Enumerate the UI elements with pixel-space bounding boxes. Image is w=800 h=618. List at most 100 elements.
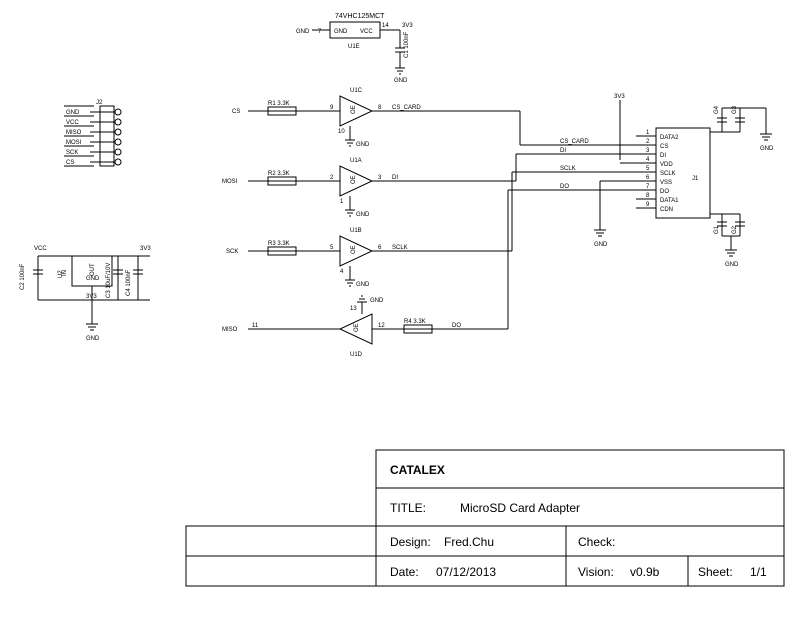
svg-text:U1C: U1C (350, 88, 363, 94)
svg-text:R3 3.3K: R3 3.3K (268, 241, 290, 247)
svg-text:DI: DI (660, 153, 666, 159)
svg-text:SCLK: SCLK (660, 171, 676, 177)
svg-text:8: 8 (646, 193, 650, 199)
svg-text:C4 100nF: C4 100nF (126, 269, 132, 296)
svg-text:9: 9 (330, 105, 334, 111)
svg-text:R1 3.3K: R1 3.3K (268, 101, 290, 107)
svg-text:4: 4 (340, 269, 344, 275)
buffer-u1a: U1A OE MOSI R2 3.3K 2 3 DI 1 GND (222, 158, 410, 218)
svg-text:10: 10 (338, 129, 345, 135)
svg-text:GND: GND (594, 242, 608, 248)
ic-power-block: 74VHC125MCT GND 7 GND VCC 14 3V3 U1E C1 … (296, 13, 413, 84)
svg-text:Date:: Date: (390, 565, 419, 579)
svg-text:GND: GND (725, 262, 739, 268)
routing-wires (410, 111, 540, 329)
svg-text:5: 5 (646, 166, 650, 172)
svg-text:OE: OE (351, 105, 357, 114)
svg-text:C3 10uF/10V: C3 10uF/10V (106, 263, 112, 298)
svg-text:GND: GND (356, 142, 370, 148)
svg-text:GND: GND (86, 276, 100, 282)
svg-text:4: 4 (646, 157, 650, 163)
svg-text:OE: OE (351, 245, 357, 254)
svg-text:MISO: MISO (222, 327, 238, 333)
j2-pins (90, 109, 121, 165)
svg-text:MOSI: MOSI (66, 140, 82, 146)
svg-text:CS: CS (660, 144, 668, 150)
svg-text:GND: GND (356, 282, 370, 288)
svg-text:Check:: Check: (578, 535, 615, 549)
svg-text:J2: J2 (96, 100, 103, 106)
buffer-u1b: U1B OE SCK R3 3.3K 5 6 SCLK 4 GND (226, 228, 410, 288)
gnd-label: GND (296, 29, 310, 35)
svg-text:DATA2: DATA2 (660, 135, 679, 141)
svg-text:OUT: OUT (90, 263, 96, 276)
svg-text:CS: CS (66, 160, 74, 166)
svg-text:MISO: MISO (66, 130, 82, 136)
svg-text:6: 6 (646, 175, 650, 181)
svg-text:GND: GND (66, 110, 80, 116)
buffer-u1c: U1C OE CS R1 3.3K 9 8 CS_CARD 10 GND (232, 88, 421, 148)
svg-text:U1D: U1D (350, 352, 363, 358)
svg-text:GND: GND (334, 29, 348, 35)
svg-text:SCLK: SCLK (392, 245, 408, 251)
svg-text:G1: G1 (714, 225, 720, 234)
svg-text:MicroSD Card Adapter: MicroSD Card Adapter (460, 501, 580, 515)
svg-text:GND: GND (356, 212, 370, 218)
brand-label: CATALEX (390, 463, 445, 477)
svg-text:C2 100nF: C2 100nF (20, 263, 26, 290)
svg-text:7: 7 (646, 184, 650, 190)
svg-text:G3: G3 (732, 105, 738, 114)
svg-text:TITLE:: TITLE: (390, 501, 426, 515)
svg-text:DO: DO (560, 184, 569, 190)
svg-text:U1B: U1B (350, 228, 362, 234)
svg-text:3: 3 (646, 148, 650, 154)
title-block: CATALEX TITLE: MicroSD Card Adapter Desi… (186, 450, 784, 586)
svg-text:DI: DI (560, 148, 566, 154)
svg-text:6: 6 (378, 245, 382, 251)
svg-text:CS: CS (232, 109, 240, 115)
v33-label: 3V3 (402, 23, 413, 29)
svg-text:1: 1 (340, 199, 344, 205)
svg-text:Vision:: Vision: (578, 565, 614, 579)
svg-text:8: 8 (378, 105, 382, 111)
c1-label: C1 100nF (404, 31, 410, 58)
svg-text:R2 3.3K: R2 3.3K (268, 171, 290, 177)
svg-text:GND: GND (760, 146, 774, 152)
svg-text:SCK: SCK (66, 150, 78, 156)
sd-socket-j1: J1 3V3 1DATA2 2CS 3DI 4VDD 5SCLK 6VSS 7D… (540, 94, 774, 268)
buffer-u1d: U1D OE MISO 11 R4 3.3K 12 DO 13 GND (222, 296, 480, 358)
svg-text:VCC: VCC (34, 246, 47, 252)
svg-text:13: 13 (350, 306, 357, 312)
svg-text:R4 3.3K: R4 3.3K (404, 319, 426, 325)
svg-text:U2: U2 (58, 270, 64, 278)
svg-text:2: 2 (646, 139, 650, 145)
regulator-block: VCC 3V3 IN OUT GND U2 3V3 C2 100nF C3 10… (20, 246, 151, 342)
u1e-ref: U1E (348, 44, 360, 50)
svg-text:CDN: CDN (660, 207, 673, 213)
header-j2: J2 GND VCC MISO MOSI SCK CS (64, 100, 121, 166)
svg-text:3V3: 3V3 (140, 246, 151, 252)
svg-text:CS_CARD: CS_CARD (560, 139, 589, 145)
svg-text:Design:: Design: (390, 535, 431, 549)
svg-text:VSS: VSS (660, 180, 672, 186)
svg-text:12: 12 (378, 323, 385, 329)
svg-text:VCC: VCC (360, 29, 373, 35)
svg-text:CS_CARD: CS_CARD (392, 105, 421, 111)
svg-text:MOSI: MOSI (222, 179, 238, 185)
svg-text:07/12/2013: 07/12/2013 (436, 565, 496, 579)
svg-text:GND: GND (86, 336, 100, 342)
svg-text:SCK: SCK (226, 249, 238, 255)
svg-text:1: 1 (646, 130, 650, 136)
svg-text:DI: DI (392, 175, 398, 181)
svg-text:Sheet:: Sheet: (698, 565, 733, 579)
svg-text:1/1: 1/1 (750, 565, 767, 579)
svg-text:G2: G2 (732, 225, 738, 234)
svg-text:Fred.Chu: Fred.Chu (444, 535, 494, 549)
svg-text:14: 14 (382, 23, 389, 29)
svg-text:G4: G4 (714, 105, 720, 114)
ic-partno: 74VHC125MCT (335, 13, 385, 20)
svg-text:DO: DO (452, 323, 461, 329)
svg-text:U1A: U1A (350, 158, 362, 164)
svg-text:11: 11 (252, 323, 259, 329)
svg-text:GND: GND (370, 298, 384, 304)
